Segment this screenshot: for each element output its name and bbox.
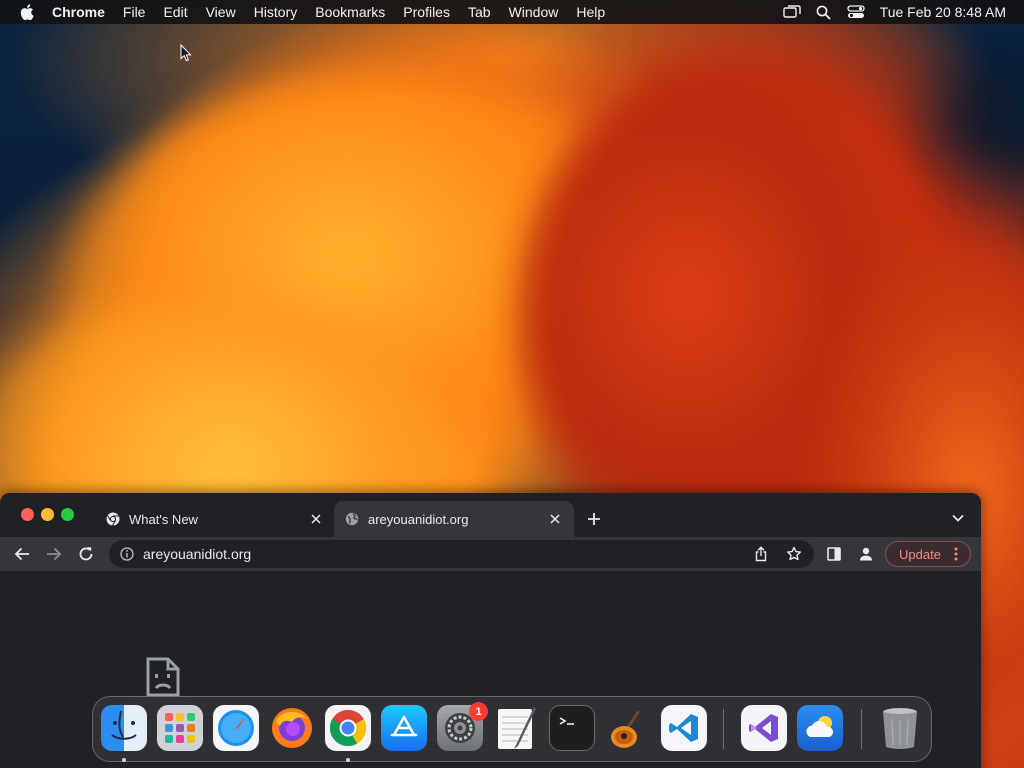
visual-studio-icon[interactable] (741, 705, 787, 751)
tab-areyouanidiot[interactable]: areyouanidiot.org (334, 501, 574, 537)
spotlight-search-icon[interactable] (808, 0, 840, 24)
menu-bar: Chrome File Edit View History Bookmarks … (0, 0, 1024, 24)
tab-search-chevron-down-icon[interactable] (947, 507, 969, 529)
address-bar[interactable]: areyouanidiot.org (109, 540, 814, 568)
reload-icon[interactable] (74, 542, 98, 566)
menu-file[interactable]: File (114, 0, 155, 24)
tab-strip: What's New areyouanidiot.org (0, 493, 981, 537)
tab-title: areyouanidiot.org (368, 511, 469, 527)
browser-toolbar: areyouanidiot.org Update (0, 537, 981, 571)
back-arrow-icon[interactable] (10, 542, 34, 566)
menu-app-chrome[interactable]: Chrome (42, 0, 114, 24)
menu-view[interactable]: View (197, 0, 245, 24)
new-tab-button[interactable] (583, 508, 605, 530)
launchpad-icon[interactable] (157, 705, 203, 751)
mouse-cursor-icon (180, 43, 192, 67)
notification-badge: 1 (469, 702, 488, 721)
tab-close-icon[interactable] (546, 510, 564, 528)
finder-icon[interactable] (101, 705, 147, 751)
site-info-icon[interactable] (119, 546, 135, 562)
menu-bookmarks[interactable]: Bookmarks (306, 0, 394, 24)
chrome-icon (105, 511, 121, 527)
trash-icon[interactable] (877, 705, 923, 751)
forward-arrow-icon[interactable] (42, 542, 66, 566)
window-minimize-button[interactable] (41, 508, 54, 521)
menu-history[interactable]: History (245, 0, 307, 24)
dock: 1 (92, 696, 932, 762)
firefox-icon[interactable] (269, 705, 315, 751)
visual-studio-code-icon[interactable] (661, 705, 707, 751)
google-chrome-icon[interactable] (325, 705, 371, 751)
globe-icon (344, 511, 360, 527)
safari-icon[interactable] (213, 705, 259, 751)
side-panel-icon[interactable] (822, 542, 846, 566)
menu-profiles[interactable]: Profiles (394, 0, 459, 24)
garageband-icon[interactable] (605, 705, 651, 751)
window-fullscreen-button[interactable] (61, 508, 74, 521)
window-close-button[interactable] (21, 508, 34, 521)
tab-title: What's New (129, 511, 198, 527)
screen-mirroring-icon[interactable] (776, 0, 808, 24)
menu-window[interactable]: Window (500, 0, 568, 24)
update-button[interactable]: Update (885, 541, 971, 567)
apple-icon[interactable] (12, 4, 42, 20)
share-icon[interactable] (750, 543, 772, 565)
update-label: Update (899, 546, 941, 562)
menu-tab[interactable]: Tab (459, 0, 500, 24)
app-store-icon[interactable] (381, 705, 427, 751)
terminal-icon[interactable] (549, 705, 595, 751)
tab-whats-new[interactable]: What's New (95, 501, 335, 537)
weather-icon[interactable] (797, 705, 843, 751)
bookmark-star-icon[interactable] (783, 543, 805, 565)
menu-edit[interactable]: Edit (154, 0, 196, 24)
more-menu-icon[interactable] (949, 546, 963, 562)
menu-bar-clock[interactable]: Tue Feb 20 8:48 AM (872, 4, 1024, 20)
tab-close-icon[interactable] (307, 510, 325, 528)
control-center-icon[interactable] (840, 0, 872, 24)
menu-help[interactable]: Help (567, 0, 614, 24)
profile-avatar-icon[interactable] (854, 542, 878, 566)
textedit-icon[interactable] (493, 705, 539, 751)
address-url: areyouanidiot.org (143, 546, 252, 562)
